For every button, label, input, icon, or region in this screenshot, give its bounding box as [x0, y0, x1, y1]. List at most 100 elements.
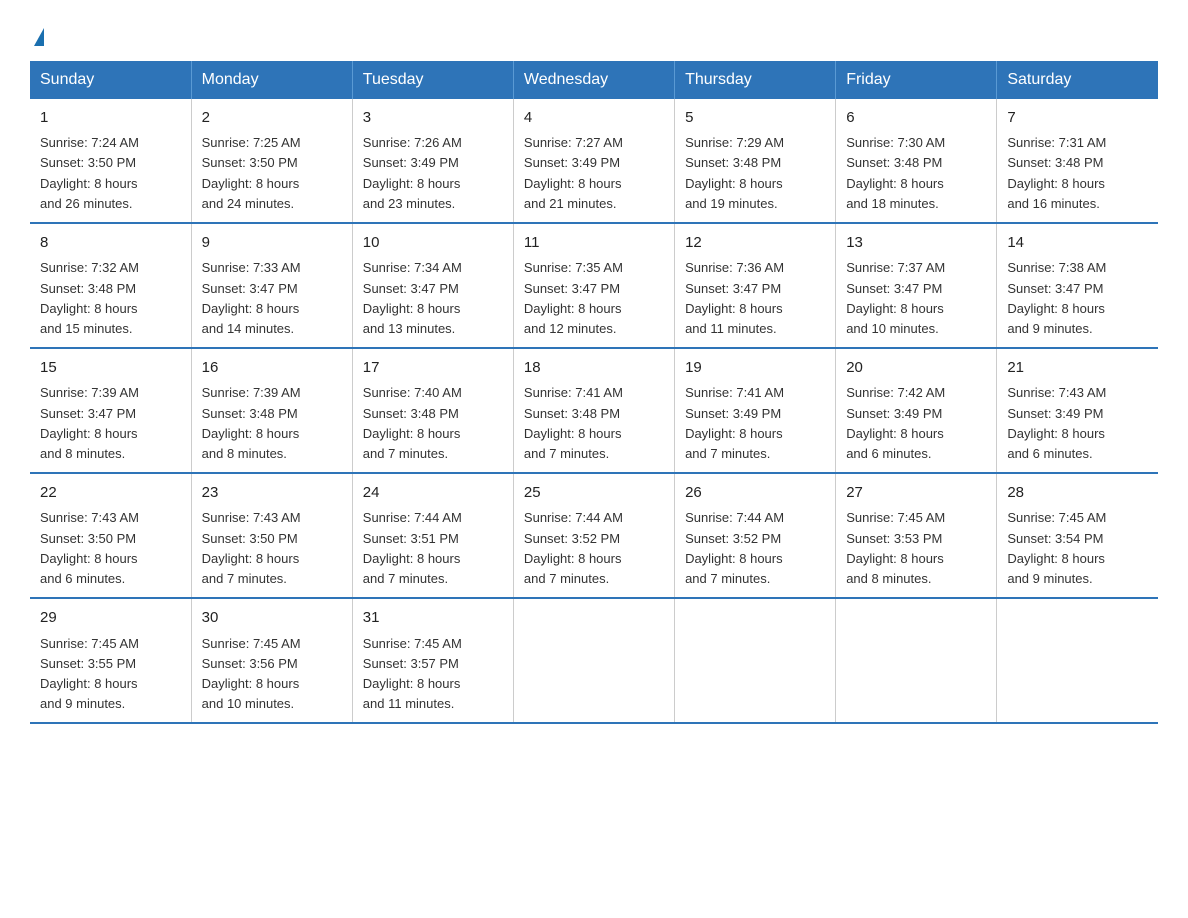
day-number: 5: [685, 107, 825, 130]
day-number: 16: [202, 357, 342, 380]
calendar-cell: 2 Sunrise: 7:25 AM Sunset: 3:50 PM Dayli…: [191, 99, 352, 223]
day-number: 26: [685, 482, 825, 505]
calendar-cell: [997, 598, 1158, 723]
day-info: Sunrise: 7:36 AM Sunset: 3:47 PM Dayligh…: [685, 258, 825, 339]
day-info: Sunrise: 7:45 AM Sunset: 3:53 PM Dayligh…: [846, 508, 986, 589]
week-row-1: 1 Sunrise: 7:24 AM Sunset: 3:50 PM Dayli…: [30, 99, 1158, 223]
day-number: 29: [40, 607, 181, 630]
header-sunday: Sunday: [30, 61, 191, 99]
header-friday: Friday: [836, 61, 997, 99]
day-number: 27: [846, 482, 986, 505]
day-info: Sunrise: 7:44 AM Sunset: 3:51 PM Dayligh…: [363, 508, 503, 589]
calendar-cell: 21 Sunrise: 7:43 AM Sunset: 3:49 PM Dayl…: [997, 348, 1158, 473]
day-info: Sunrise: 7:34 AM Sunset: 3:47 PM Dayligh…: [363, 258, 503, 339]
day-info: Sunrise: 7:26 AM Sunset: 3:49 PM Dayligh…: [363, 133, 503, 214]
calendar-cell: 5 Sunrise: 7:29 AM Sunset: 3:48 PM Dayli…: [675, 99, 836, 223]
calendar-cell: 23 Sunrise: 7:43 AM Sunset: 3:50 PM Dayl…: [191, 473, 352, 598]
day-number: 3: [363, 107, 503, 130]
calendar-cell: 6 Sunrise: 7:30 AM Sunset: 3:48 PM Dayli…: [836, 99, 997, 223]
day-number: 7: [1007, 107, 1148, 130]
calendar-cell: 31 Sunrise: 7:45 AM Sunset: 3:57 PM Dayl…: [352, 598, 513, 723]
logo: [30, 20, 44, 51]
day-info: Sunrise: 7:38 AM Sunset: 3:47 PM Dayligh…: [1007, 258, 1148, 339]
day-info: Sunrise: 7:45 AM Sunset: 3:55 PM Dayligh…: [40, 634, 181, 715]
calendar-header-row: SundayMondayTuesdayWednesdayThursdayFrid…: [30, 61, 1158, 99]
day-number: 22: [40, 482, 181, 505]
day-number: 12: [685, 232, 825, 255]
week-row-5: 29 Sunrise: 7:45 AM Sunset: 3:55 PM Dayl…: [30, 598, 1158, 723]
calendar-table: SundayMondayTuesdayWednesdayThursdayFrid…: [30, 61, 1158, 724]
day-info: Sunrise: 7:41 AM Sunset: 3:49 PM Dayligh…: [685, 383, 825, 464]
calendar-cell: 10 Sunrise: 7:34 AM Sunset: 3:47 PM Dayl…: [352, 223, 513, 348]
day-info: Sunrise: 7:43 AM Sunset: 3:50 PM Dayligh…: [202, 508, 342, 589]
day-number: 20: [846, 357, 986, 380]
day-info: Sunrise: 7:24 AM Sunset: 3:50 PM Dayligh…: [40, 133, 181, 214]
calendar-cell: 17 Sunrise: 7:40 AM Sunset: 3:48 PM Dayl…: [352, 348, 513, 473]
calendar-cell: 8 Sunrise: 7:32 AM Sunset: 3:48 PM Dayli…: [30, 223, 191, 348]
day-number: 23: [202, 482, 342, 505]
calendar-cell: 20 Sunrise: 7:42 AM Sunset: 3:49 PM Dayl…: [836, 348, 997, 473]
day-number: 19: [685, 357, 825, 380]
calendar-cell: 19 Sunrise: 7:41 AM Sunset: 3:49 PM Dayl…: [675, 348, 836, 473]
calendar-cell: 18 Sunrise: 7:41 AM Sunset: 3:48 PM Dayl…: [513, 348, 674, 473]
day-number: 18: [524, 357, 664, 380]
header-wednesday: Wednesday: [513, 61, 674, 99]
calendar-cell: 4 Sunrise: 7:27 AM Sunset: 3:49 PM Dayli…: [513, 99, 674, 223]
day-number: 15: [40, 357, 181, 380]
calendar-cell: 11 Sunrise: 7:35 AM Sunset: 3:47 PM Dayl…: [513, 223, 674, 348]
header-saturday: Saturday: [997, 61, 1158, 99]
day-number: 1: [40, 107, 181, 130]
week-row-3: 15 Sunrise: 7:39 AM Sunset: 3:47 PM Dayl…: [30, 348, 1158, 473]
calendar-cell: [675, 598, 836, 723]
week-row-4: 22 Sunrise: 7:43 AM Sunset: 3:50 PM Dayl…: [30, 473, 1158, 598]
day-info: Sunrise: 7:39 AM Sunset: 3:47 PM Dayligh…: [40, 383, 181, 464]
calendar-cell: 15 Sunrise: 7:39 AM Sunset: 3:47 PM Dayl…: [30, 348, 191, 473]
calendar-cell: [836, 598, 997, 723]
calendar-cell: 24 Sunrise: 7:44 AM Sunset: 3:51 PM Dayl…: [352, 473, 513, 598]
day-number: 25: [524, 482, 664, 505]
day-number: 9: [202, 232, 342, 255]
day-info: Sunrise: 7:40 AM Sunset: 3:48 PM Dayligh…: [363, 383, 503, 464]
header-thursday: Thursday: [675, 61, 836, 99]
logo-general-line: [30, 20, 44, 51]
day-info: Sunrise: 7:35 AM Sunset: 3:47 PM Dayligh…: [524, 258, 664, 339]
day-number: 4: [524, 107, 664, 130]
calendar-cell: 1 Sunrise: 7:24 AM Sunset: 3:50 PM Dayli…: [30, 99, 191, 223]
day-info: Sunrise: 7:30 AM Sunset: 3:48 PM Dayligh…: [846, 133, 986, 214]
calendar-cell: 27 Sunrise: 7:45 AM Sunset: 3:53 PM Dayl…: [836, 473, 997, 598]
day-info: Sunrise: 7:43 AM Sunset: 3:49 PM Dayligh…: [1007, 383, 1148, 464]
day-number: 28: [1007, 482, 1148, 505]
calendar-cell: 22 Sunrise: 7:43 AM Sunset: 3:50 PM Dayl…: [30, 473, 191, 598]
logo-triangle-icon: [34, 28, 44, 46]
day-number: 11: [524, 232, 664, 255]
day-number: 17: [363, 357, 503, 380]
day-info: Sunrise: 7:25 AM Sunset: 3:50 PM Dayligh…: [202, 133, 342, 214]
calendar-cell: 7 Sunrise: 7:31 AM Sunset: 3:48 PM Dayli…: [997, 99, 1158, 223]
day-info: Sunrise: 7:44 AM Sunset: 3:52 PM Dayligh…: [685, 508, 825, 589]
calendar-cell: 28 Sunrise: 7:45 AM Sunset: 3:54 PM Dayl…: [997, 473, 1158, 598]
day-info: Sunrise: 7:45 AM Sunset: 3:57 PM Dayligh…: [363, 634, 503, 715]
day-info: Sunrise: 7:45 AM Sunset: 3:54 PM Dayligh…: [1007, 508, 1148, 589]
day-info: Sunrise: 7:42 AM Sunset: 3:49 PM Dayligh…: [846, 383, 986, 464]
calendar-cell: [513, 598, 674, 723]
day-info: Sunrise: 7:29 AM Sunset: 3:48 PM Dayligh…: [685, 133, 825, 214]
week-row-2: 8 Sunrise: 7:32 AM Sunset: 3:48 PM Dayli…: [30, 223, 1158, 348]
calendar-cell: 26 Sunrise: 7:44 AM Sunset: 3:52 PM Dayl…: [675, 473, 836, 598]
calendar-cell: 16 Sunrise: 7:39 AM Sunset: 3:48 PM Dayl…: [191, 348, 352, 473]
calendar-cell: 25 Sunrise: 7:44 AM Sunset: 3:52 PM Dayl…: [513, 473, 674, 598]
calendar-cell: 9 Sunrise: 7:33 AM Sunset: 3:47 PM Dayli…: [191, 223, 352, 348]
day-number: 30: [202, 607, 342, 630]
day-info: Sunrise: 7:45 AM Sunset: 3:56 PM Dayligh…: [202, 634, 342, 715]
day-info: Sunrise: 7:43 AM Sunset: 3:50 PM Dayligh…: [40, 508, 181, 589]
day-info: Sunrise: 7:44 AM Sunset: 3:52 PM Dayligh…: [524, 508, 664, 589]
day-info: Sunrise: 7:31 AM Sunset: 3:48 PM Dayligh…: [1007, 133, 1148, 214]
day-number: 8: [40, 232, 181, 255]
day-number: 6: [846, 107, 986, 130]
day-info: Sunrise: 7:39 AM Sunset: 3:48 PM Dayligh…: [202, 383, 342, 464]
day-number: 2: [202, 107, 342, 130]
page-header: [30, 20, 1158, 51]
day-info: Sunrise: 7:32 AM Sunset: 3:48 PM Dayligh…: [40, 258, 181, 339]
day-info: Sunrise: 7:37 AM Sunset: 3:47 PM Dayligh…: [846, 258, 986, 339]
day-info: Sunrise: 7:41 AM Sunset: 3:48 PM Dayligh…: [524, 383, 664, 464]
calendar-cell: 3 Sunrise: 7:26 AM Sunset: 3:49 PM Dayli…: [352, 99, 513, 223]
